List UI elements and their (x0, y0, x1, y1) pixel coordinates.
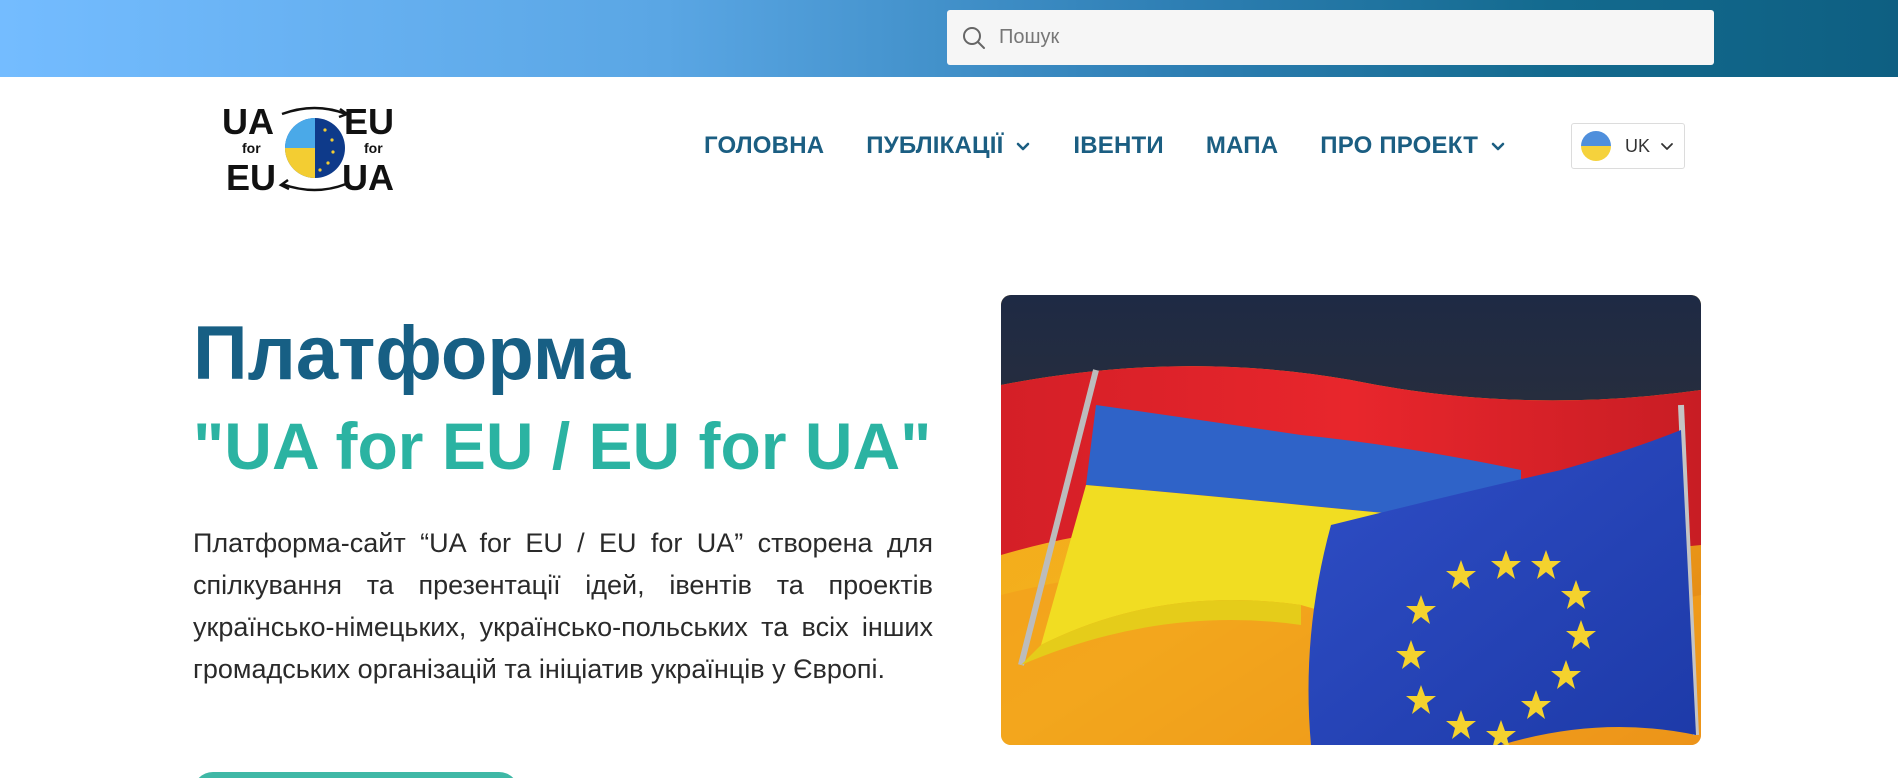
search-icon (963, 27, 985, 49)
arrow-icon (281, 106, 347, 116)
logo-text-for-left: for (242, 140, 261, 156)
nav-item-label: ПРО ПРОЕКТ (1320, 132, 1479, 159)
language-selector[interactable]: UK (1571, 123, 1685, 169)
hero-cta-button[interactable] (193, 772, 519, 778)
logo-text-for-right: for (364, 140, 383, 156)
search-box[interactable] (947, 10, 1714, 65)
logo-text-eu-top: EU (344, 101, 394, 142)
nav-item-about[interactable]: ПРО ПРОЕКТ (1320, 132, 1506, 160)
nav-item-label: ІВЕНТИ (1073, 132, 1164, 159)
flags-image (1001, 295, 1701, 745)
search-input[interactable] (999, 10, 1699, 65)
nav-item-events[interactable]: ІВЕНТИ (1073, 132, 1163, 160)
arrow-icon (281, 182, 347, 192)
logo-text-eu-bottom: EU (226, 157, 276, 195)
hero-subtitle: "UA for EU / EU for UA" (193, 409, 932, 483)
site-logo[interactable]: UA EU EU UA for for (220, 100, 410, 195)
hero-title: Платформа (193, 311, 631, 396)
language-label: UK (1625, 135, 1651, 156)
nav-item-label: ПУБЛІКАЦІЇ (866, 132, 1004, 159)
globe-icon (285, 118, 345, 178)
nav-item-home[interactable]: ГОЛОВНА (704, 132, 824, 160)
nav-item-publications[interactable]: ПУБЛІКАЦІЇ (866, 132, 1031, 160)
hero-description: Платформа-сайт “UA for EU / EU for UA” с… (193, 528, 933, 684)
chevron-down-icon (1661, 143, 1673, 150)
nav-item-label: ГОЛОВНА (704, 132, 825, 159)
logo-text-ua-bottom: UA (342, 157, 394, 195)
top-bar (0, 0, 1898, 77)
main-nav: ГОЛОВНА ПУБЛІКАЦІЇ ІВЕНТИ МАПА ПРО ПРОЕК… (704, 128, 1548, 164)
logo-text-ua-top: UA (222, 101, 274, 142)
chevron-down-icon (1491, 142, 1505, 151)
chevron-down-icon (1017, 142, 1030, 151)
ukraine-flag-icon (1581, 131, 1611, 161)
nav-item-label: МАПА (1205, 132, 1279, 159)
nav-item-map[interactable]: МАПА (1206, 132, 1278, 160)
